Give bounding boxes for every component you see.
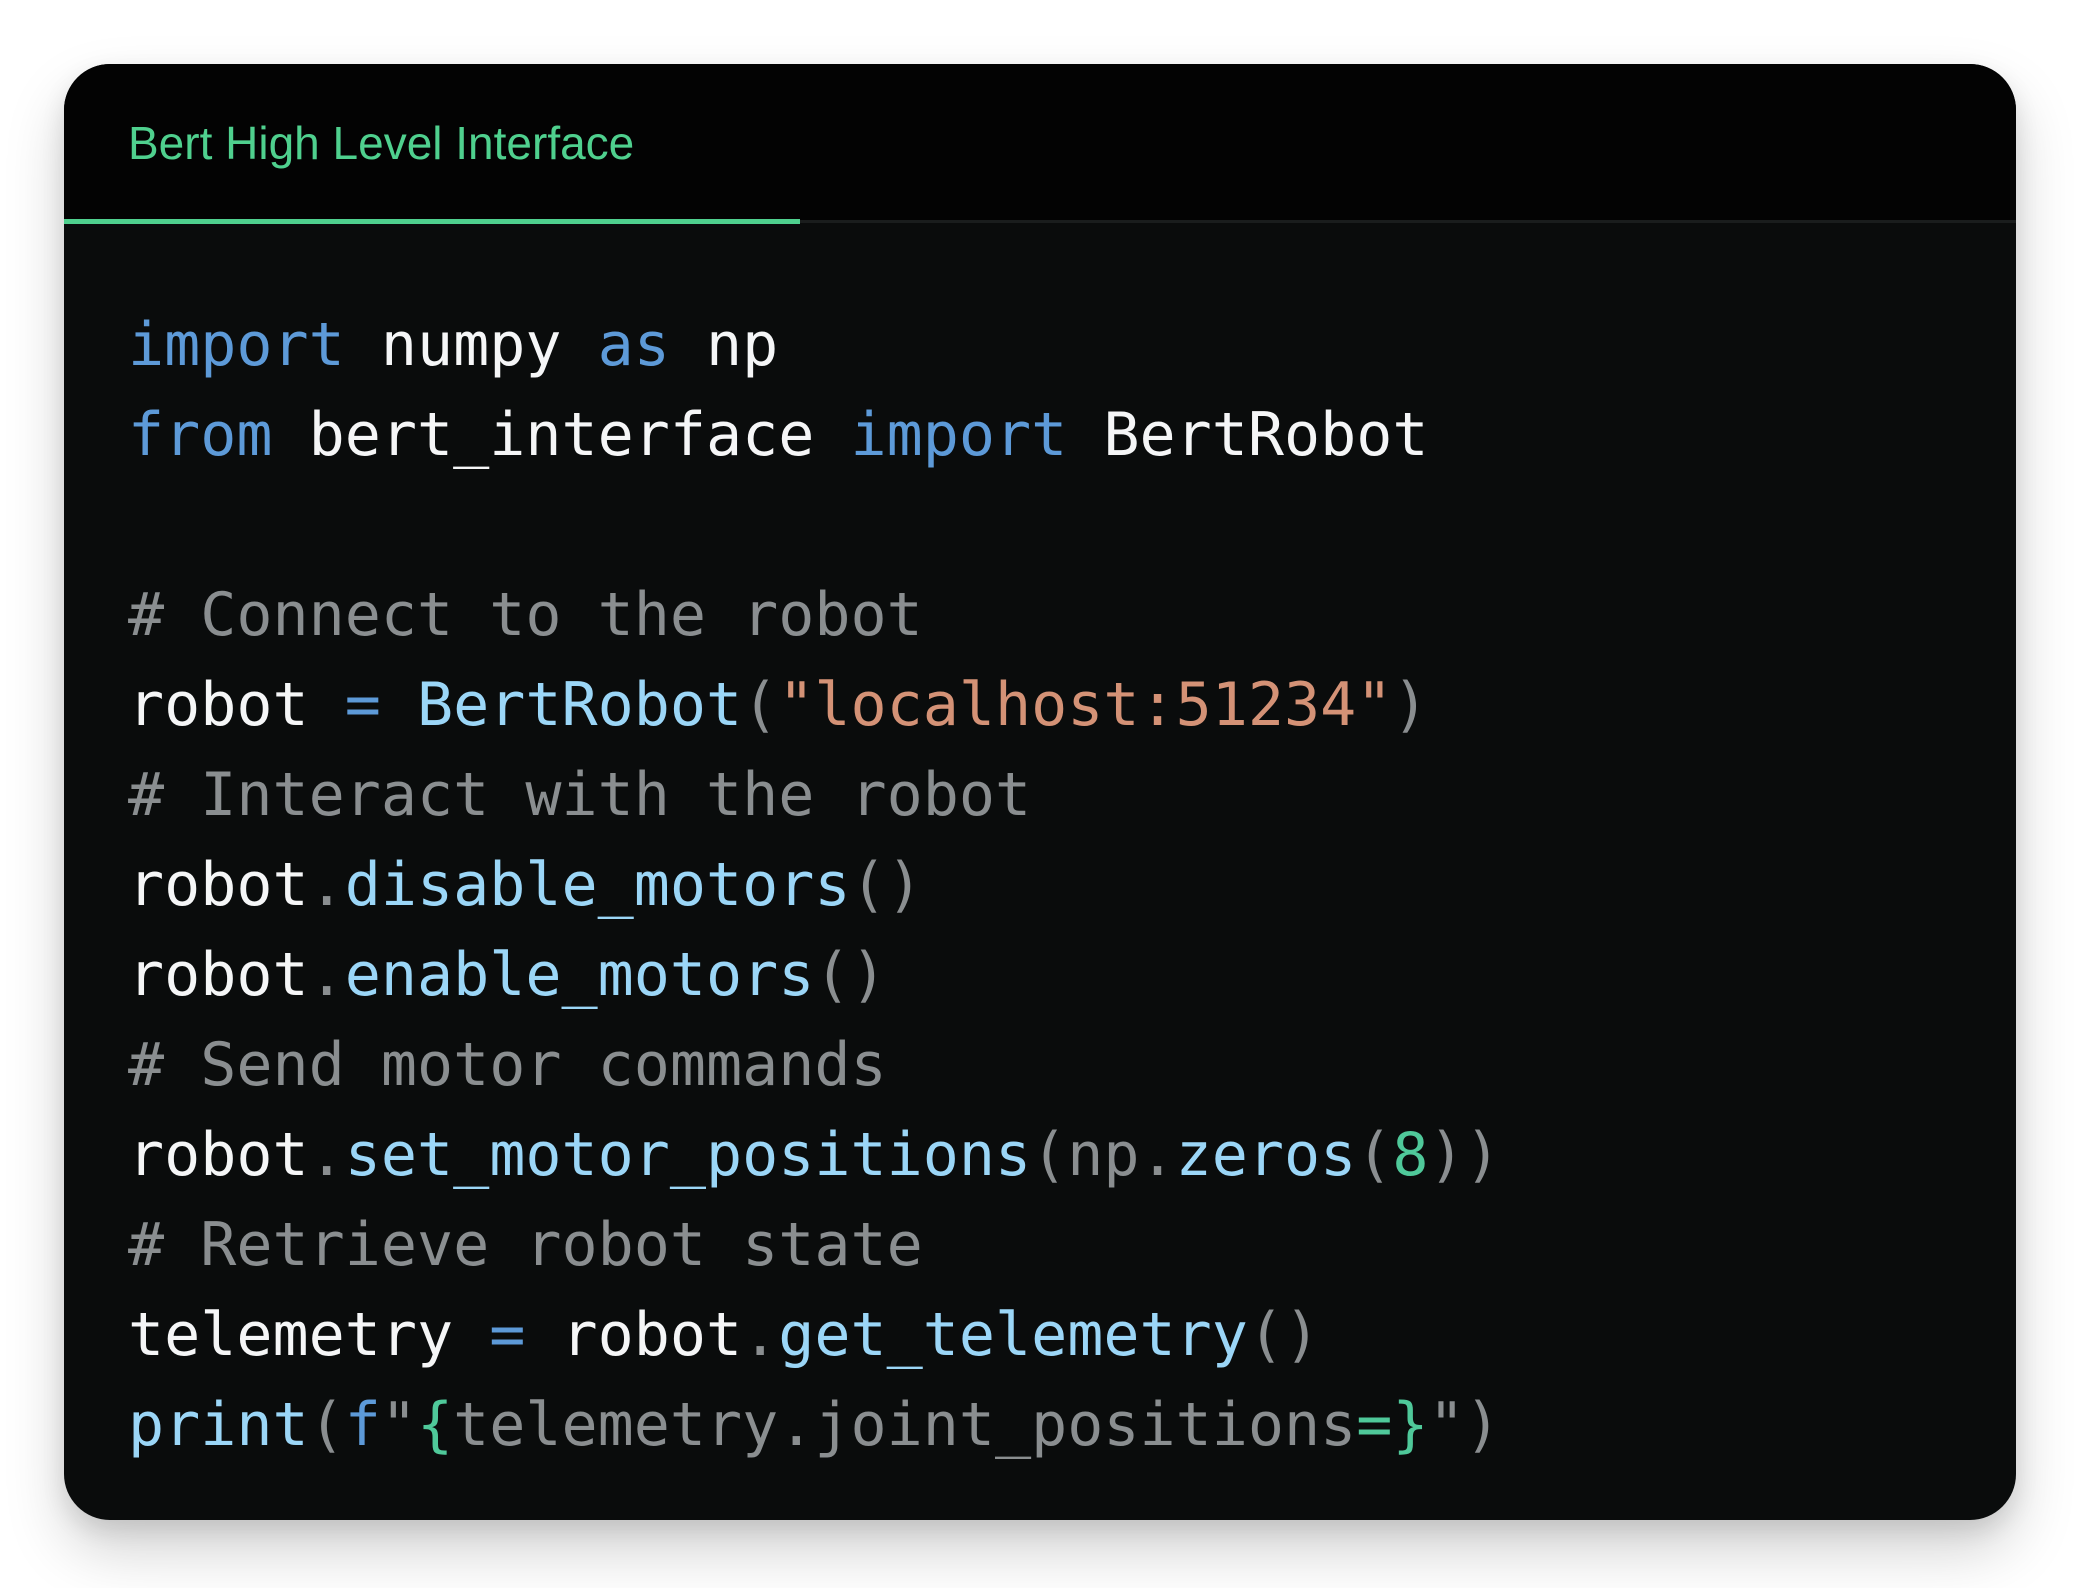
code-token-punct: (): [814, 940, 887, 1010]
code-token-fn: enable_motors: [344, 940, 815, 1010]
code-token-kw: import: [850, 400, 1068, 470]
active-tab-indicator: [64, 219, 800, 224]
code-token-plain: robot: [525, 1300, 743, 1370]
code-token-comment: # Send motor commands: [128, 1030, 887, 1100]
code-token-kw: import: [128, 310, 345, 380]
code-token-plain: robot: [128, 850, 309, 920]
code-token-punct: .: [308, 1120, 345, 1190]
code-token-plain: telemetry: [128, 1300, 490, 1370]
code-token-dim: np: [1067, 1120, 1140, 1190]
code-token-bi: print: [128, 1390, 309, 1460]
tab-bar: Bert High Level Interface: [64, 64, 2016, 224]
code-token-plain: robot: [128, 1120, 309, 1190]
code-card: Bert High Level Interface import numpy a…: [64, 64, 2016, 1520]
code-token-fn: get_telemetry: [778, 1300, 1248, 1370]
code-token-fn: disable_motors: [344, 850, 851, 920]
code-token-op: =: [489, 1300, 526, 1370]
code-line: robot = BertRobot("localhost:51234"): [128, 660, 1501, 750]
code-token-punct: .: [742, 1300, 779, 1370]
code-token-plain: numpy: [344, 310, 598, 380]
code-line: print(f"{telemetry.joint_positions=}"): [128, 1380, 1501, 1470]
code-token-punct: (): [850, 850, 923, 920]
code-token-brace: {: [417, 1390, 454, 1460]
code-token-comment: # Retrieve robot state: [128, 1210, 923, 1280]
code-token-fn: zeros: [1175, 1120, 1357, 1190]
code-token-kw: from: [128, 400, 273, 470]
code-line: robot.set_motor_positions(np.zeros(8)): [128, 1110, 1501, 1200]
code-token-punct: ): [1392, 670, 1429, 740]
code-token-brace: =: [1356, 1390, 1393, 1460]
code-token-brace: }: [1392, 1390, 1429, 1460]
code-token-punct: (: [1031, 1120, 1068, 1190]
code-token-cls: BertRobot: [417, 670, 743, 740]
code-token-comment: # Interact with the robot: [128, 760, 1032, 830]
tab-bert-high-level-interface[interactable]: Bert High Level Interface: [64, 64, 800, 224]
code-token-punct: .: [308, 850, 345, 920]
code-token-str: "localhost:51234": [778, 670, 1393, 740]
code-token-punct: "): [1428, 1390, 1501, 1460]
code-token-kw: f: [344, 1390, 381, 1460]
tab-label: Bert High Level Interface: [128, 117, 635, 169]
code-token-punct: (: [308, 1390, 345, 1460]
code-line: # Retrieve robot state: [128, 1200, 1501, 1290]
code-token-comment: # Connect to the robot: [128, 580, 923, 650]
code-token-op: =: [344, 670, 381, 740]
code-token-fn: set_motor_positions: [344, 1120, 1032, 1190]
code-token-punct: )): [1428, 1120, 1501, 1190]
code-token-punct: .: [1139, 1120, 1176, 1190]
code-line: # Interact with the robot: [128, 750, 1501, 840]
code-token-plain: robot: [128, 940, 309, 1010]
code-token-plain: robot: [128, 670, 345, 740]
code-token-plain: bert_interface: [272, 400, 851, 470]
code-token-plain: np: [669, 310, 779, 380]
code-token-plain: BertRobot: [1067, 400, 1429, 470]
code-token-punct: .: [308, 940, 345, 1010]
code-line: # Connect to the robot: [128, 570, 1501, 660]
code-token-num: 8: [1392, 1120, 1429, 1190]
code-line: robot.disable_motors(): [128, 840, 1501, 930]
code-line: from bert_interface import BertRobot: [128, 390, 1501, 480]
code-line: robot.enable_motors(): [128, 930, 1501, 1020]
code-line: import numpy as np: [128, 300, 1501, 390]
code-token-kw: as: [597, 310, 670, 380]
code-token-dim: telemetry.joint_positions: [453, 1390, 1357, 1460]
code-line: # Send motor commands: [128, 1020, 1501, 1110]
code-token-punct: ": [380, 1390, 417, 1460]
code-token-punct: (: [742, 670, 779, 740]
code-line: telemetry = robot.get_telemetry(): [128, 1290, 1501, 1380]
code-token-punct: (): [1247, 1300, 1321, 1370]
code-token-punct: (: [1356, 1120, 1393, 1190]
code-block: import numpy as np from bert_interface im…: [128, 300, 1501, 1470]
